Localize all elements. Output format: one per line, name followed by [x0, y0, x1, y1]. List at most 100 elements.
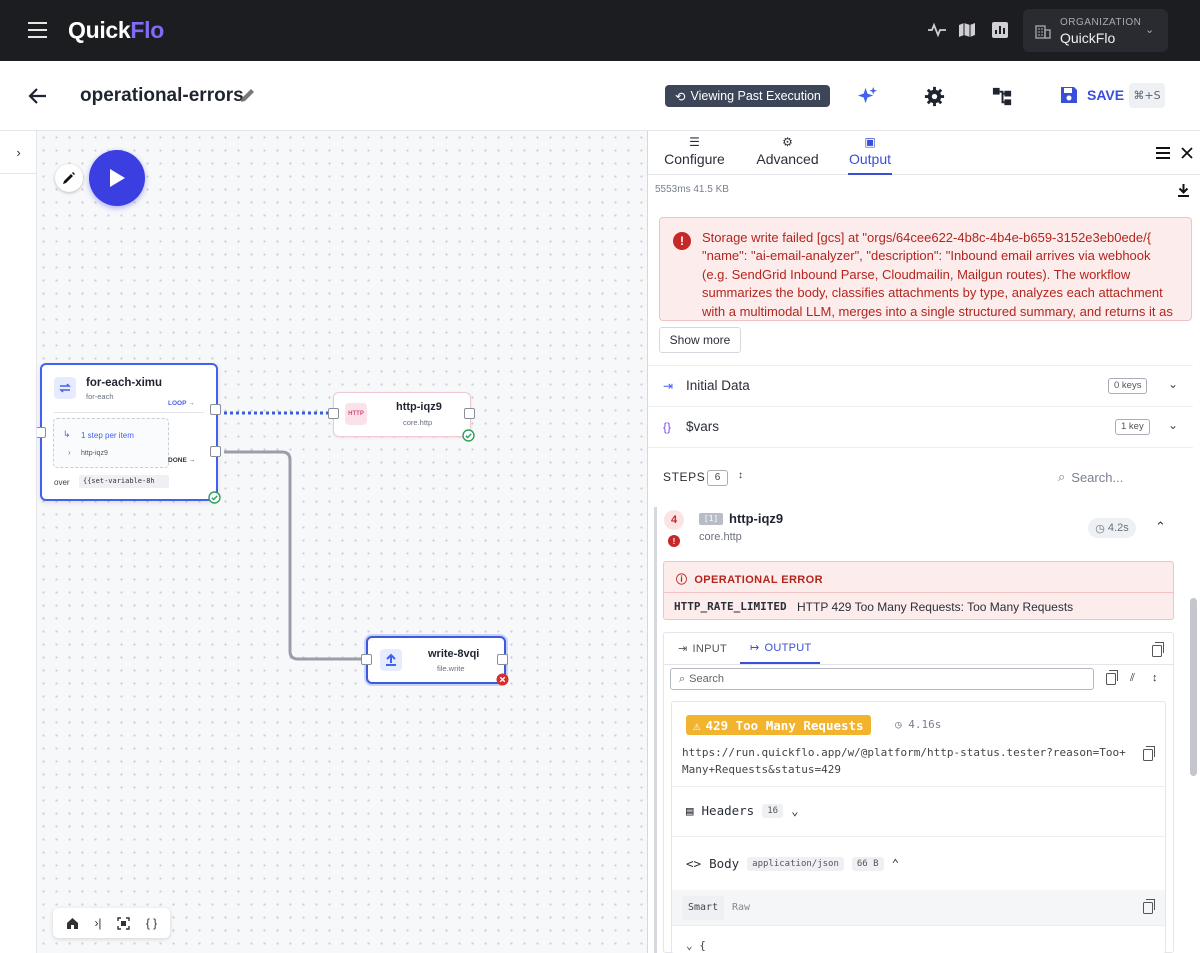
org-name: QuickFlo	[1060, 30, 1116, 46]
input-port[interactable]	[328, 408, 339, 419]
viewing-past-execution-badge[interactable]: ⟲ Viewing Past Execution	[665, 85, 830, 107]
table-icon: ▤	[686, 803, 694, 818]
collapse-all-icon[interactable]: ⫽	[1130, 672, 1135, 685]
step-detail-panel: ☰ Configure ⚙ Advanced ▣ Output 5553ms 41.5…	[647, 131, 1200, 953]
loop-icon	[54, 377, 76, 399]
execution-error-alert: ! Storage write failed [gcs] at "orgs/64…	[659, 217, 1192, 321]
tab-output[interactable]: ▣ Output	[848, 135, 892, 175]
save-icon	[1061, 87, 1077, 103]
divider	[672, 925, 1165, 926]
output-port[interactable]	[464, 408, 475, 419]
done-output-port[interactable]	[210, 446, 221, 457]
tab-configure[interactable]: ☰ Configure	[663, 135, 726, 175]
workflow-header: operational-errors ⟲ Viewing Past Execut…	[0, 61, 1200, 131]
settings-gear-icon[interactable]	[923, 85, 946, 108]
back-arrow-icon[interactable]	[27, 85, 49, 107]
over-label: over	[54, 478, 70, 487]
node-title: write-8vqi	[428, 648, 480, 660]
organization-selector[interactable]: ORGANIZATION QuickFlo ⌄	[1023, 9, 1168, 52]
fit-view-icon[interactable]	[117, 916, 130, 930]
warning-icon: ⚠	[693, 717, 701, 733]
expand-sidebar-button[interactable]: ›	[0, 131, 37, 174]
download-icon[interactable]	[1177, 183, 1190, 197]
operational-error-box: ⓘ OPERATIONAL ERROR HTTP_RATE_LIMITED HT…	[663, 561, 1174, 620]
braces-icon: {}	[663, 420, 672, 434]
edit-mode-button[interactable]	[55, 164, 83, 192]
app-logo[interactable]: QuickFlo	[68, 17, 164, 44]
response-time: ◷ 4.16s	[895, 718, 942, 731]
expand-collapse-icon[interactable]: ↕	[738, 470, 743, 481]
ai-sparkle-icon[interactable]	[856, 85, 879, 108]
code-icon: <>	[686, 856, 702, 871]
expand-all-icon[interactable]: ↕	[1152, 672, 1158, 684]
input-port[interactable]	[361, 654, 372, 665]
step-forward-icon[interactable]: ›|	[94, 916, 101, 930]
home-icon[interactable]	[66, 917, 79, 929]
edit-name-icon[interactable]	[238, 85, 258, 105]
success-check-icon	[208, 491, 221, 504]
building-icon	[1035, 25, 1051, 39]
chevron-right-icon: ›	[68, 448, 71, 457]
vars-section[interactable]: {} $vars 1 key ⌄	[648, 406, 1193, 446]
divider	[672, 786, 1165, 787]
body-toggle[interactable]: <> Body application/json 66 B ⌃	[686, 856, 899, 871]
tab-input[interactable]: ⇥ INPUT	[678, 633, 727, 664]
step-name: http-iqz9	[729, 511, 784, 526]
node-title: for-each-ximu	[86, 377, 163, 389]
node-title: http-iqz9	[396, 401, 442, 413]
error-description: HTTP 429 Too Many Requests: Too Many Req…	[797, 600, 1074, 614]
map-icon[interactable]	[957, 20, 977, 40]
done-edge	[224, 450, 366, 661]
step-number: 4	[664, 510, 684, 530]
close-icon[interactable]	[1181, 147, 1193, 159]
body-size: 66 B	[851, 856, 884, 871]
initial-data-section[interactable]: ⇥ Initial Data 0 keys ⌄	[648, 365, 1193, 405]
step-timeline-bar	[654, 507, 657, 953]
history-icon: ⟲	[675, 89, 686, 104]
output-search-input[interactable]: ⌕ Search	[670, 668, 1094, 690]
node-write-8vqi[interactable]: write-8vqi file.write	[361, 636, 509, 686]
code-braces-icon[interactable]: { }	[146, 916, 157, 930]
gear-icon: ⚙	[782, 135, 793, 149]
terminal-icon: ▣	[864, 135, 876, 149]
workflow-canvas[interactable]: for-each-ximu for-each LOOP → ↳ 1 step p…	[37, 131, 647, 953]
copy-icon[interactable]	[1143, 746, 1155, 761]
smart-view-button[interactable]: Smart	[682, 896, 725, 920]
panel-scrollbar[interactable]	[1190, 598, 1197, 776]
loop-output-port[interactable]	[210, 404, 221, 415]
node-for-each-ximu[interactable]: for-each-ximu for-each LOOP → ↳ 1 step p…	[37, 363, 221, 504]
error-x-icon	[496, 673, 509, 686]
copy-icon[interactable]	[1106, 670, 1118, 685]
menu-icon[interactable]	[28, 22, 47, 38]
headers-toggle[interactable]: ▤ Headers 16 ⌄	[686, 803, 799, 818]
error-code: HTTP_RATE_LIMITED	[674, 600, 787, 613]
chevron-down-icon: ⌄	[1145, 24, 1155, 36]
chevron-down-icon: ⌄	[1168, 418, 1179, 432]
show-more-button[interactable]: Show more	[659, 327, 741, 353]
tab-advanced[interactable]: ⚙ Advanced	[755, 135, 820, 175]
canvas-toolbar: ›| { }	[53, 908, 170, 938]
tab-output-view[interactable]: ↦ OUTPUT	[740, 633, 820, 664]
node-type: core.http	[403, 418, 433, 427]
step-duration: ◷ 4.2s	[1088, 518, 1136, 538]
json-tree-root[interactable]: ⌄ {	[686, 939, 706, 952]
activity-icon[interactable]	[927, 20, 947, 40]
output-port[interactable]	[497, 654, 508, 665]
collapse-step-button[interactable]: ⌃	[1155, 519, 1166, 535]
loop-body: ↳ 1 step per item › http-iqz9	[53, 418, 169, 468]
steps-search[interactable]: ⌕ Search...	[1058, 469, 1123, 485]
keys-badge: 0 keys	[1108, 378, 1148, 394]
org-label: ORGANIZATION	[1060, 17, 1142, 28]
chart-icon[interactable]	[990, 20, 1010, 40]
save-button[interactable]: SAVE	[1059, 85, 1124, 105]
input-port[interactable]	[37, 427, 46, 438]
tree-view-icon[interactable]	[991, 85, 1014, 108]
copy-icon[interactable]	[1152, 642, 1164, 657]
workflow-name: operational-errors	[80, 85, 244, 106]
node-http-iqz9[interactable]: HTTP http-iqz9 core.http	[328, 392, 475, 442]
run-workflow-button[interactable]	[89, 150, 145, 206]
copy-icon[interactable]	[1143, 899, 1155, 914]
panel-menu-icon[interactable]	[1156, 147, 1170, 159]
raw-view-button[interactable]: Raw	[732, 902, 750, 913]
search-icon: ⌕	[679, 672, 686, 685]
